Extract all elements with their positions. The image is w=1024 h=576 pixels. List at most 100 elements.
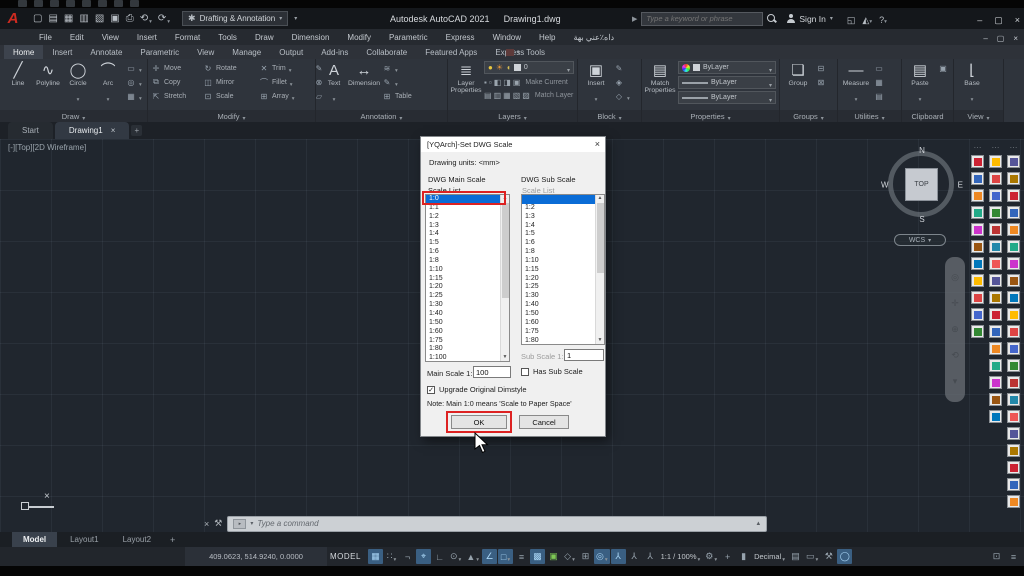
palette-icon[interactable] bbox=[989, 342, 1002, 355]
palette-icon[interactable] bbox=[1007, 155, 1020, 168]
scale-option-1:1[interactable]: 1:1 bbox=[426, 204, 500, 213]
save-as-icon[interactable]: ▥ bbox=[77, 11, 90, 27]
scale-option-1:60[interactable]: 1:60 bbox=[426, 328, 500, 337]
dynamic-input-icon[interactable]: ⌖ bbox=[416, 549, 431, 564]
search-expand-icon[interactable]: ▶ bbox=[632, 15, 637, 23]
scale-option-1:80[interactable]: 1:80 bbox=[426, 345, 500, 354]
palette-icon[interactable] bbox=[989, 291, 1002, 304]
ribbon-tab-manage[interactable]: Manage bbox=[223, 45, 270, 59]
mirror-tool[interactable]: ◫Mirror bbox=[203, 75, 259, 89]
paste-tool[interactable]: ▤Paste bbox=[905, 61, 935, 110]
help-icon[interactable]: ? bbox=[879, 10, 887, 28]
panel-label-groups[interactable]: Groups bbox=[780, 110, 837, 122]
edit-block-icon[interactable]: ✎ bbox=[614, 61, 630, 75]
attributes-icon[interactable]: ◇ bbox=[614, 89, 630, 103]
viewcube-top-face[interactable]: TOP bbox=[905, 168, 938, 201]
stretch-tool[interactable]: ⇱Stretch bbox=[151, 89, 203, 103]
palette-icon[interactable] bbox=[1007, 291, 1020, 304]
menu-item-file[interactable]: File bbox=[30, 33, 61, 42]
pan-icon[interactable]: ✛ bbox=[951, 298, 959, 309]
palette-icon[interactable] bbox=[971, 206, 984, 219]
scroll-down-icon[interactable]: ▼ bbox=[501, 354, 509, 361]
redo-icon[interactable]: ⟳ bbox=[156, 11, 172, 27]
measure-tool[interactable]: ―Measure bbox=[841, 61, 871, 110]
hatch-tool[interactable]: ▦ bbox=[126, 89, 142, 103]
palette-icon[interactable] bbox=[989, 274, 1002, 287]
polar-tracking-icon[interactable]: ⊙ bbox=[448, 549, 463, 564]
palette-icon[interactable] bbox=[1007, 359, 1020, 372]
match-properties-button[interactable]: ▤ Match Properties bbox=[645, 61, 675, 110]
object-snap-icon[interactable]: □ bbox=[498, 549, 513, 564]
layer-tools-row[interactable]: ▪▫◧◨▣ Make Current bbox=[484, 76, 574, 89]
scrollbar-thumb[interactable] bbox=[597, 203, 604, 273]
scale-option-1:2[interactable]: 1:2 bbox=[426, 213, 500, 222]
ribbon-tab-output[interactable]: Output bbox=[270, 45, 312, 59]
palette-icon[interactable] bbox=[989, 189, 1002, 202]
scale-option-[interactable] bbox=[522, 195, 595, 204]
palette-icon[interactable] bbox=[971, 240, 984, 253]
menu-item-format[interactable]: Format bbox=[166, 33, 209, 42]
layer-tool-icon[interactable]: ▥ bbox=[494, 91, 502, 100]
command-history-icon[interactable]: ▸ bbox=[233, 519, 246, 529]
palette-icon[interactable] bbox=[1007, 325, 1020, 338]
panel-label-view[interactable]: View bbox=[954, 110, 1003, 122]
3d-osnap-icon[interactable]: ◇ bbox=[562, 549, 577, 564]
transparency-icon[interactable]: ▩ bbox=[530, 549, 545, 564]
layer-properties-button[interactable]: ≣ Layer Properties bbox=[451, 61, 481, 110]
scale-option-1:30[interactable]: 1:30 bbox=[426, 301, 500, 310]
dialog-close-icon[interactable]: × bbox=[595, 139, 600, 149]
panel-label-draw[interactable]: Draw bbox=[0, 110, 147, 122]
table-tool[interactable]: ⊞Table bbox=[382, 89, 412, 103]
orbit-icon[interactable]: ⟲ bbox=[951, 350, 959, 361]
palette-icon[interactable] bbox=[971, 172, 984, 185]
palette-icon[interactable] bbox=[1007, 444, 1020, 457]
line-tool[interactable]: ╱Line bbox=[3, 61, 33, 110]
scale-option-1:5[interactable]: 1:5 bbox=[426, 239, 500, 248]
scale-option-1:4[interactable]: 1:4 bbox=[522, 222, 595, 231]
palette-icon[interactable] bbox=[1007, 342, 1020, 355]
palette-icon[interactable] bbox=[971, 189, 984, 202]
menu-item-parametric[interactable]: Parametric bbox=[380, 33, 437, 42]
restore-icon[interactable]: ▢ bbox=[997, 28, 1005, 46]
palette-icon[interactable] bbox=[989, 172, 1002, 185]
panel-label-annotation[interactable]: Annotation bbox=[316, 110, 447, 122]
lineweight-icon[interactable]: ≡ bbox=[514, 549, 529, 564]
group-tool[interactable]: ❏Group bbox=[783, 61, 813, 110]
menu-item-modify[interactable]: Modify bbox=[338, 33, 380, 42]
layer-tool-icon[interactable]: ◨ bbox=[503, 78, 511, 87]
isometric-icon[interactable]: ▲ bbox=[464, 549, 481, 564]
quick-calc-icon[interactable]: ▦ bbox=[874, 75, 884, 89]
print-icon[interactable]: ⎙ bbox=[124, 11, 136, 27]
new-tab-button[interactable]: + bbox=[131, 125, 142, 136]
palette-icon[interactable] bbox=[1007, 172, 1020, 185]
palette-icon[interactable] bbox=[989, 376, 1002, 389]
palette-icon[interactable] bbox=[971, 325, 984, 338]
qat-overflow-icon[interactable]: ▾ bbox=[294, 15, 297, 22]
sheet-set-icon[interactable]: ▣ bbox=[108, 11, 121, 27]
autodesk-app-icon[interactable]: ◭ bbox=[862, 10, 872, 28]
scale-option-1:100[interactable]: 1:100 bbox=[426, 354, 500, 361]
zoom-icon[interactable]: ⊕ bbox=[951, 324, 959, 335]
tab-start[interactable]: Start bbox=[8, 122, 53, 139]
fillet-tool[interactable]: ⌒Fillet bbox=[259, 75, 311, 89]
palette-icon[interactable] bbox=[971, 308, 984, 321]
match-layer-label[interactable]: Match Layer bbox=[535, 92, 574, 99]
model-space-label[interactable]: MODEL bbox=[330, 547, 361, 566]
viewcube-north[interactable]: N bbox=[919, 146, 925, 155]
scale-option-1:75[interactable]: 1:75 bbox=[426, 337, 500, 346]
palette-icon[interactable] bbox=[989, 206, 1002, 219]
expand-up-icon[interactable]: ▲ bbox=[755, 521, 761, 527]
base-view-tool[interactable]: ⌊Base bbox=[957, 61, 987, 110]
panel-label-clipboard[interactable]: Clipboard bbox=[902, 110, 953, 122]
scale-option-1:80[interactable]: 1:80 bbox=[522, 337, 595, 345]
open-folder-icon[interactable]: ▤ bbox=[46, 11, 59, 27]
ribbon-tab-parametric[interactable]: Parametric bbox=[131, 45, 188, 59]
scrollbar[interactable]: ▲ ▼ bbox=[595, 195, 604, 344]
palette-icon[interactable] bbox=[971, 223, 984, 236]
main-scale-listbox[interactable]: 1:01:11:21:31:41:51:61:81:101:151:201:25… bbox=[425, 194, 510, 362]
ribbon-tab-insert[interactable]: Insert bbox=[43, 45, 81, 59]
graphics-monitor-icon[interactable]: ▭ bbox=[804, 549, 820, 564]
insert-block-tool[interactable]: ▣Insert bbox=[581, 61, 611, 110]
scale-option-1:15[interactable]: 1:15 bbox=[426, 275, 500, 284]
ungroup-icon[interactable]: ⊟ bbox=[816, 61, 826, 75]
